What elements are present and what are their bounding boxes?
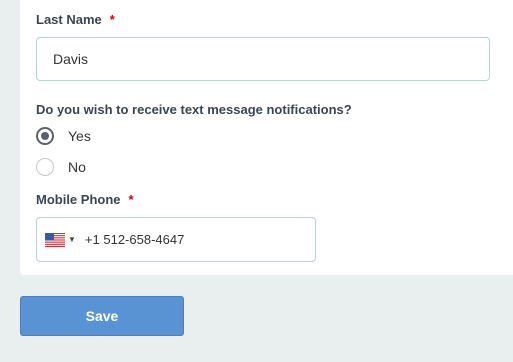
notifications-question: Do you wish to receive text message noti… <box>36 102 352 117</box>
mobile-phone-label-text: Mobile Phone <box>36 192 121 207</box>
radio-option-yes[interactable]: Yes <box>36 126 91 146</box>
radio-label-no: No <box>68 159 86 175</box>
last-name-label-text: Last Name <box>36 12 102 27</box>
last-name-label: Last Name * <box>36 12 115 27</box>
radio-label-yes: Yes <box>68 128 91 144</box>
radio-option-no[interactable]: No <box>36 157 86 177</box>
mobile-phone-label: Mobile Phone * <box>36 192 134 207</box>
phone-number-value[interactable]: +1 512-658-4647 <box>85 232 184 247</box>
required-marker: * <box>128 192 134 207</box>
form-card: Last Name * Davis Do you wish to receive … <box>20 0 513 275</box>
save-button[interactable]: Save <box>20 296 184 336</box>
required-marker: * <box>109 12 115 27</box>
radio-button-no[interactable] <box>36 158 54 176</box>
country-selector[interactable]: ▼ <box>45 232 76 247</box>
us-flag-icon <box>45 232 65 247</box>
last-name-input[interactable]: Davis <box>36 37 490 81</box>
chevron-down-icon: ▼ <box>68 235 76 244</box>
mobile-phone-input[interactable]: ▼ +1 512-658-4647 <box>36 217 316 262</box>
radio-button-yes[interactable] <box>36 127 54 145</box>
